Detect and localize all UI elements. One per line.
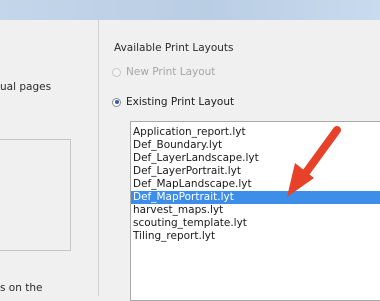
new-layout-radio[interactable] <box>112 67 121 77</box>
left-pages-label: ual pages <box>0 81 52 93</box>
new-layout-radio-row[interactable]: New Print Layout <box>112 66 215 78</box>
available-layouts-label: Available Print Layouts <box>114 42 234 54</box>
layouts-listbox[interactable]: Application_report.lyt Def_Boundary.lyt … <box>130 121 380 301</box>
list-item[interactable]: Def_LayerLandscape.lyt <box>131 152 380 165</box>
left-panel: ual pages s on the <box>0 20 99 296</box>
existing-layout-radio[interactable] <box>112 97 121 107</box>
list-item[interactable]: scouting_template.lyt <box>131 217 380 230</box>
list-item[interactable]: harvest_maps.lyt <box>131 204 380 217</box>
window-titlebar <box>0 0 380 20</box>
existing-layout-radio-row[interactable]: Existing Print Layout <box>112 96 234 108</box>
list-item[interactable]: Def_LayerPortrait.lyt <box>131 165 380 178</box>
list-item[interactable]: Def_MapLandscape.lyt <box>131 178 380 191</box>
list-item[interactable]: Def_MapPortrait.lyt <box>131 191 380 204</box>
existing-layout-label: Existing Print Layout <box>126 96 235 108</box>
left-frame <box>0 139 71 251</box>
list-item[interactable]: Tiling_report.lyt <box>131 230 380 243</box>
list-item[interactable]: Application_report.lyt <box>131 126 380 139</box>
left-bottom-label: s on the <box>0 282 43 294</box>
new-layout-label: New Print Layout <box>126 66 216 78</box>
list-item[interactable]: Def_Boundary.lyt <box>131 139 380 152</box>
